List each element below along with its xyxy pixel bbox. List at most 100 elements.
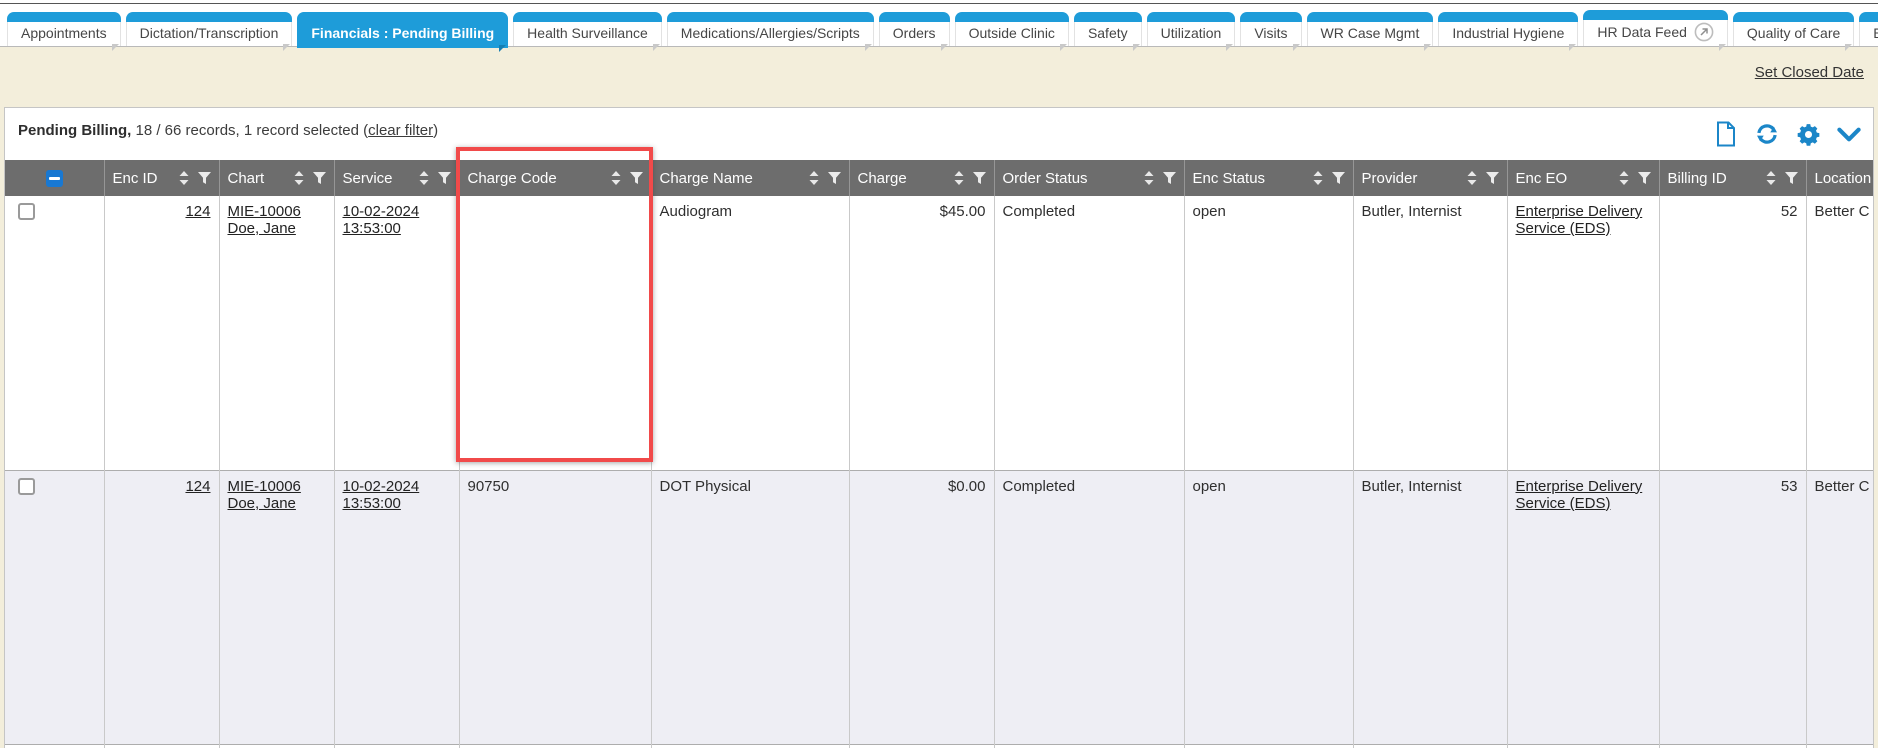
tab-utilization[interactable]: Utilization (1147, 12, 1236, 46)
chevron-down-icon[interactable] (1837, 127, 1861, 142)
pending-billing-panel: Pending Billing, 18 / 66 records, 1 reco… (4, 107, 1874, 748)
filter-funnel-icon[interactable] (313, 172, 326, 185)
tab-visits[interactable]: Visits (1240, 12, 1301, 46)
service-link[interactable]: 10-02-2024 13:53:00 (343, 203, 420, 237)
cell-service: 10-02-2024 13:53:00 (334, 470, 459, 744)
cell-billing-id: 53 (1659, 470, 1806, 744)
filter-funnel-icon[interactable] (1785, 172, 1798, 185)
tab-executive-da[interactable]: Executive Da (1859, 12, 1878, 46)
tab-dictation-transcription[interactable]: Dictation/Transcription (126, 12, 293, 46)
tab-quality-of-care[interactable]: Quality of Care (1733, 12, 1854, 46)
column-header-label: Enc Status (1193, 170, 1313, 187)
sort-icon[interactable] (1467, 171, 1477, 185)
sort-icon[interactable] (294, 171, 304, 185)
filter-funnel-icon[interactable] (630, 172, 643, 185)
tab-safety[interactable]: Safety (1074, 12, 1142, 46)
cell-enc-eo: Enterprise Delivery Service (EDS) (1507, 196, 1659, 470)
filter-funnel-icon[interactable] (438, 172, 451, 185)
table-row (5, 744, 1874, 748)
column-header-charge-name[interactable]: Charge Name (651, 160, 849, 196)
cell-provider: Butler, Internist (1353, 470, 1507, 744)
column-header-chart[interactable]: Chart (219, 160, 334, 196)
column-header-provider[interactable]: Provider (1353, 160, 1507, 196)
sort-icon[interactable] (954, 171, 964, 185)
cell-location: Better C (1806, 196, 1874, 470)
column-header-service[interactable]: Service (334, 160, 459, 196)
tab-appointments[interactable]: Appointments (7, 12, 121, 46)
filter-funnel-icon[interactable] (1332, 172, 1345, 185)
tab-label: Utilization (1161, 24, 1222, 42)
tab-orders[interactable]: Orders (879, 12, 950, 46)
row-checkbox[interactable] (18, 478, 35, 495)
tab-label: WR Case Mgmt (1321, 24, 1420, 42)
chart-link[interactable]: MIE-10006 Doe, Jane (228, 478, 301, 512)
column-header-charge[interactable]: Charge (849, 160, 994, 196)
enc-id-link[interactable]: 124 (185, 478, 210, 495)
sort-icon[interactable] (1313, 171, 1323, 185)
cell-charge-code: 90750 (459, 470, 651, 744)
tab-label: HR Data Feed (1597, 23, 1686, 41)
sort-icon[interactable] (809, 171, 819, 185)
tab-wr-case-mgmt[interactable]: WR Case Mgmt (1307, 12, 1434, 46)
tab-cap (1583, 10, 1727, 20)
chart-link[interactable]: MIE-10006 Doe, Jane (228, 203, 301, 237)
column-header-label: Enc EO (1516, 170, 1619, 187)
column-header-charge-code[interactable]: Charge Code (459, 160, 651, 196)
filter-funnel-icon[interactable] (828, 172, 841, 185)
tab-label: Visits (1254, 24, 1287, 42)
sort-icon[interactable] (1766, 171, 1776, 185)
enc-eo-link[interactable]: Enterprise Delivery Service (EDS) (1516, 478, 1643, 512)
column-header-enc-status[interactable]: Enc Status (1184, 160, 1353, 196)
cell-charge-name: DOT Physical (651, 470, 849, 744)
tab-cap (1307, 12, 1434, 22)
sort-icon[interactable] (1144, 171, 1154, 185)
app-window: Appointments Dictation/Transcription Fin… (0, 0, 1878, 748)
column-header-order-status[interactable]: Order Status (994, 160, 1184, 196)
filter-funnel-icon[interactable] (1486, 172, 1499, 185)
table-row: 124 MIE-10006 Doe, Jane 10-02-2024 13:53:0… (5, 196, 1874, 470)
set-closed-date-link[interactable]: Set Closed Date (1755, 64, 1864, 81)
refresh-icon[interactable] (1754, 121, 1780, 147)
tab-cap (513, 12, 662, 22)
tab-financials-pending-billing[interactable]: Financials : Pending Billing (297, 12, 508, 48)
tab-outside-clinic[interactable]: Outside Clinic (955, 12, 1069, 46)
gear-icon[interactable] (1796, 122, 1821, 147)
column-header-billing-id[interactable]: Billing ID (1659, 160, 1806, 196)
column-header-label: Service (343, 170, 419, 187)
tab-label: Appointments (21, 24, 107, 42)
pending-billing-table: Enc ID Chart Service (5, 160, 1874, 748)
column-header-location[interactable]: Location (1806, 160, 1874, 196)
tab-industrial-hygiene[interactable]: Industrial Hygiene (1438, 12, 1578, 46)
cell-charge-name: Audiogram (651, 196, 849, 470)
service-link[interactable]: 10-02-2024 13:53:00 (343, 478, 420, 512)
enc-eo-link[interactable]: Enterprise Delivery Service (EDS) (1516, 203, 1643, 237)
sort-icon[interactable] (1619, 171, 1629, 185)
filter-funnel-icon[interactable] (973, 172, 986, 185)
cell-enc-status: open (1184, 196, 1353, 470)
column-header-label: Billing ID (1668, 170, 1766, 187)
column-header-enc-eo[interactable]: Enc EO (1507, 160, 1659, 196)
column-header-enc-id[interactable]: Enc ID (104, 160, 219, 196)
sort-icon[interactable] (419, 171, 429, 185)
tab-cap (126, 12, 293, 22)
tab-hr-data-feed[interactable]: HR Data Feed (1583, 10, 1727, 46)
clear-filter-link[interactable]: clear filter (368, 122, 433, 139)
enc-id-link[interactable]: 124 (185, 203, 210, 220)
filter-funnel-icon[interactable] (1163, 172, 1176, 185)
filter-funnel-icon[interactable] (198, 172, 211, 185)
sort-icon[interactable] (179, 171, 189, 185)
tab-cap (879, 12, 950, 22)
column-header-label: Charge Code (468, 170, 611, 187)
new-document-icon[interactable] (1714, 121, 1738, 147)
tab-label: Industrial Hygiene (1452, 24, 1564, 42)
select-all-checkbox[interactable] (46, 170, 63, 187)
tab-medications-allergies-scripts[interactable]: Medications/Allergies/Scripts (667, 12, 874, 46)
sort-icon[interactable] (611, 171, 621, 185)
tab-label: Health Surveillance (527, 24, 648, 42)
filter-funnel-icon[interactable] (1638, 172, 1651, 185)
row-checkbox[interactable] (18, 203, 35, 220)
sub-toolbar: Set Closed Date (0, 47, 1878, 107)
external-link-icon[interactable] (1694, 22, 1714, 42)
column-header-label: Order Status (1003, 170, 1144, 187)
tab-health-surveillance[interactable]: Health Surveillance (513, 12, 662, 46)
